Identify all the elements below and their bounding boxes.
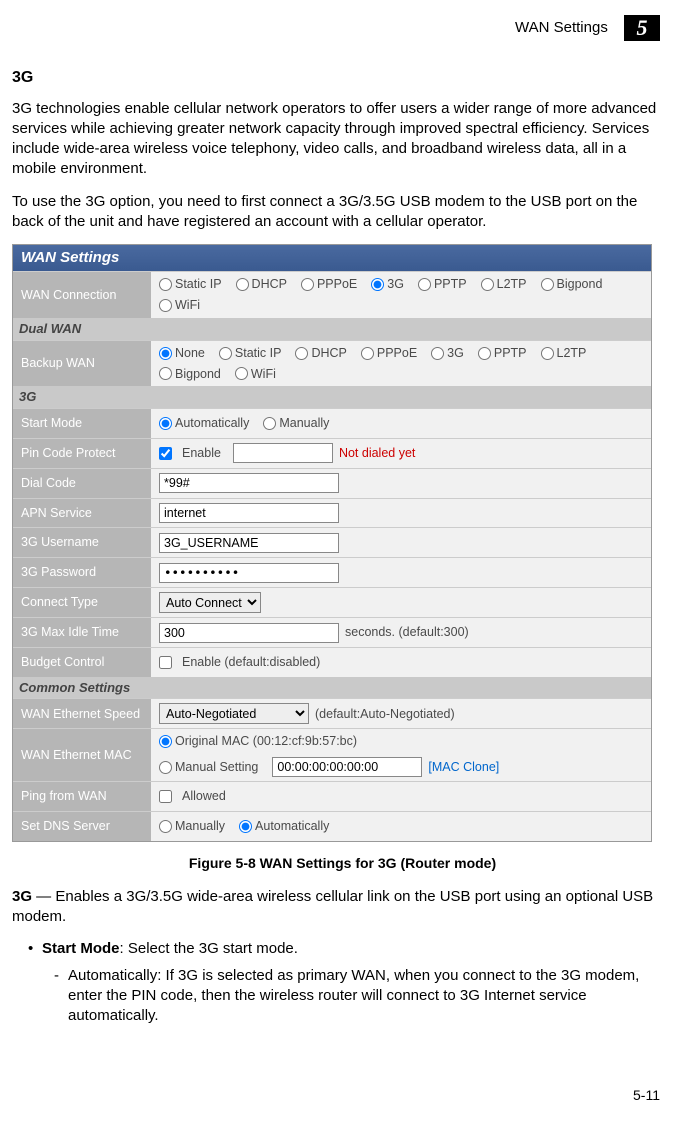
dial-code-label: Dial Code <box>13 469 151 498</box>
radio-bk-pptp[interactable] <box>478 347 491 360</box>
radio-static-ip[interactable] <box>159 278 172 291</box>
radio-bk-static[interactable] <box>219 347 232 360</box>
idle-suffix: seconds. (default:300) <box>345 624 469 641</box>
radio-pptp[interactable] <box>418 278 431 291</box>
header-section: WAN Settings <box>515 18 608 38</box>
mac-clone-link[interactable]: [MAC Clone] <box>428 759 499 776</box>
radio-bk-bigpond[interactable] <box>159 367 172 380</box>
dns-label: Set DNS Server <box>13 812 151 841</box>
wan-speed-suffix: (default:Auto-Negotiated) <box>315 706 455 723</box>
ping-checkbox[interactable] <box>159 790 172 803</box>
desc-3g-label: 3G <box>12 888 32 905</box>
username-input[interactable] <box>159 533 339 553</box>
radio-dhcp[interactable] <box>236 278 249 291</box>
radio-mac-manual[interactable] <box>159 761 172 774</box>
radio-dns-manual[interactable] <box>159 820 172 833</box>
apn-label: APN Service <box>13 499 151 528</box>
page-number: 5-11 <box>633 1086 660 1105</box>
wan-connection-options: Static IP DHCP PPPoE 3G PPTP L2TP Bigpon… <box>151 272 651 318</box>
wan-speed-label: WAN Ethernet Speed <box>13 699 151 728</box>
wan-speed-select[interactable]: Auto-Negotiated <box>159 703 309 724</box>
bullet-start-label: Start Mode <box>42 940 120 957</box>
bullet-start-text: : Select the 3G start mode. <box>120 940 298 957</box>
router-ui-screenshot: WAN Settings WAN Connection Static IP DH… <box>12 244 652 842</box>
radio-start-manual[interactable] <box>263 417 276 430</box>
backup-wan-label: Backup WAN <box>13 341 151 387</box>
radio-bigpond[interactable] <box>541 278 554 291</box>
intro-paragraph-1: 3G technologies enable cellular network … <box>12 99 673 180</box>
connect-type-label: Connect Type <box>13 588 151 617</box>
section-dualwan: Dual WAN <box>13 318 651 340</box>
pin-enable-text: Enable <box>182 445 221 462</box>
section-3g: 3G <box>13 386 651 408</box>
password-label: 3G Password <box>13 558 151 587</box>
radio-bk-l2tp[interactable] <box>541 347 554 360</box>
pin-code-input[interactable] <box>233 443 333 463</box>
radio-bk-wifi[interactable] <box>235 367 248 380</box>
start-mode-label: Start Mode <box>13 409 151 438</box>
radio-bk-dhcp[interactable] <box>295 347 308 360</box>
wan-connection-label: WAN Connection <box>13 272 151 318</box>
radio-mac-orig[interactable] <box>159 735 172 748</box>
desc-3g: 3G — Enables a 3G/3.5G wide-area wireles… <box>12 887 673 928</box>
ping-text: Allowed <box>182 788 226 805</box>
dial-code-input[interactable] <box>159 473 339 493</box>
intro-paragraph-2: To use the 3G option, you need to first … <box>12 192 673 233</box>
budget-checkbox[interactable] <box>159 656 172 669</box>
section-common: Common Settings <box>13 677 651 699</box>
connect-type-select[interactable]: Auto Connect <box>159 592 261 613</box>
username-label: 3G Username <box>13 528 151 557</box>
figure-caption: Figure 5-8 WAN Settings for 3G (Router m… <box>12 854 673 873</box>
pin-status: Not dialed yet <box>339 445 415 462</box>
pin-code-label: Pin Code Protect <box>13 439 151 468</box>
pin-enable-checkbox[interactable] <box>159 447 172 460</box>
radio-wifi[interactable] <box>159 299 172 312</box>
radio-dns-auto[interactable] <box>239 820 252 833</box>
ui-title: WAN Settings <box>13 245 651 271</box>
radio-bk-pppoe[interactable] <box>361 347 374 360</box>
budget-text: Enable (default:disabled) <box>182 654 320 671</box>
sub-bullet-auto: Automatically: If 3G is selected as prim… <box>54 966 673 1027</box>
password-input[interactable] <box>159 563 339 583</box>
radio-bk-3g[interactable] <box>431 347 444 360</box>
radio-l2tp[interactable] <box>481 278 494 291</box>
section-heading: 3G <box>12 67 673 89</box>
idle-time-input[interactable] <box>159 623 339 643</box>
radio-bk-none[interactable] <box>159 347 172 360</box>
radio-3g[interactable] <box>371 278 384 291</box>
bullet-start-mode: Start Mode: Select the 3G start mode. Au… <box>28 939 673 1026</box>
wan-mac-label: WAN Ethernet MAC <box>13 729 151 781</box>
ping-label: Ping from WAN <box>13 782 151 811</box>
idle-time-label: 3G Max Idle Time <box>13 618 151 647</box>
chapter-badge: 5 <box>624 15 660 41</box>
radio-start-auto[interactable] <box>159 417 172 430</box>
budget-label: Budget Control <box>13 648 151 677</box>
backup-wan-options: None Static IP DHCP PPPoE 3G PPTP L2TP B… <box>151 341 651 387</box>
apn-input[interactable] <box>159 503 339 523</box>
radio-pppoe[interactable] <box>301 278 314 291</box>
mac-input[interactable] <box>272 757 422 777</box>
desc-3g-text: — Enables a 3G/3.5G wide-area wireless c… <box>12 888 653 925</box>
